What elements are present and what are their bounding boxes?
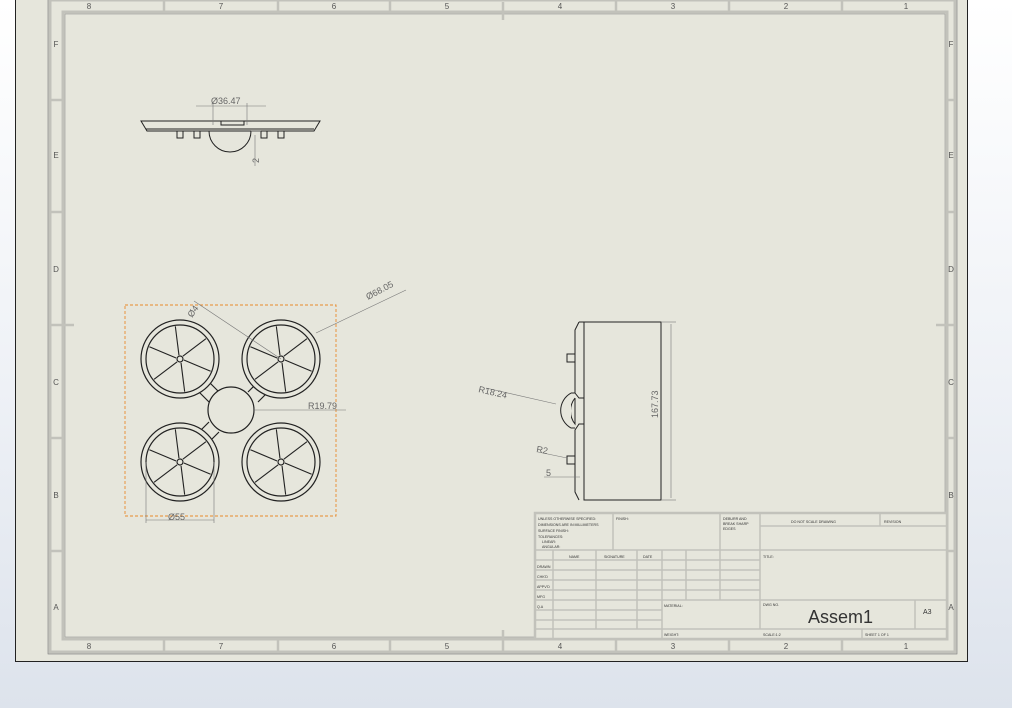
tb-col-header: SIGNATURE [604, 555, 625, 559]
tb-row-label: Q.A [537, 605, 544, 609]
dimension-label[interactable]: R19.79 [308, 401, 337, 411]
tb-scale: SCALE:1:2 [763, 633, 781, 637]
drawing-canvas: 8 7 6 5 4 3 2 1 8 7 6 5 4 3 2 1 F E D C … [47, 0, 958, 655]
zone-label: 4 [558, 2, 563, 11]
tb-revision: REVISION [884, 520, 902, 524]
zone-label: 2 [784, 642, 789, 651]
tb-title-label: TITLE: [763, 555, 774, 559]
tb-row-label: CHK'D [537, 575, 548, 579]
zone-label: E [53, 151, 58, 160]
side-view[interactable]: R18.24 167.73 R2 5 [478, 321, 676, 501]
title-block[interactable]: UNLESS OTHERWISE SPECIFIED: DIMENSIONS A… [533, 511, 949, 641]
zone-labels-top: 8 7 6 5 4 3 2 1 [87, 2, 909, 11]
dimension-label[interactable]: R2 [536, 444, 549, 456]
tb-note: TOLERANCES: [538, 535, 563, 539]
tb-note: SURFACE FINISH: [538, 529, 569, 533]
zone-label: 7 [219, 2, 224, 11]
dimension-label[interactable]: Ø68.05 [364, 279, 395, 302]
drawing-title[interactable]: Assem1 [808, 607, 873, 627]
tb-sheet-no: SHEET 1 OF 1 [865, 633, 889, 637]
dimension-label[interactable]: R18.24 [478, 384, 509, 400]
tb-row-label: DRAWN [537, 565, 551, 569]
zone-labels-bottom: 8 7 6 5 4 3 2 1 [87, 642, 909, 651]
zone-label: 5 [445, 642, 450, 651]
zone-label: 2 [784, 2, 789, 11]
zone-label: F [949, 40, 954, 49]
drawing-sheet[interactable]: 8 7 6 5 4 3 2 1 8 7 6 5 4 3 2 1 F E D C … [15, 0, 968, 662]
tb-deburr: EDGES [723, 527, 736, 531]
zone-label: 6 [332, 642, 337, 651]
zone-label: 1 [904, 642, 909, 651]
top-view[interactable]: Ø68.05 Ø4 R19.79 Ø55 [124, 279, 407, 523]
zone-label: C [948, 378, 954, 387]
tb-note: UNLESS OTHERWISE SPECIFIED: [538, 517, 596, 521]
tb-row-label: MFG [537, 595, 545, 599]
zone-label: C [53, 378, 59, 387]
dimension-label[interactable]: 5 [546, 468, 551, 478]
zone-label: 3 [671, 2, 676, 11]
tb-weight: WEIGHT: [664, 633, 679, 637]
zone-label: 3 [671, 642, 676, 651]
tb-note: LINEAR: [542, 540, 556, 544]
sheet-size: A3 [923, 609, 932, 616]
dimension-label[interactable]: 167.73 [650, 390, 660, 418]
zone-label: 1 [904, 2, 909, 11]
zone-label: A [53, 603, 59, 612]
zone-label: B [53, 491, 58, 500]
zone-label: 8 [87, 2, 92, 11]
zone-label: D [948, 265, 954, 274]
zone-label: 8 [87, 642, 92, 651]
tb-do-not-scale: DO NOT SCALE DRAWING [791, 520, 836, 524]
zone-label: D [53, 265, 59, 274]
tb-deburr: DEBURR AND [723, 517, 747, 521]
zone-label: 7 [219, 642, 224, 651]
zone-label: 6 [332, 2, 337, 11]
dimension-label[interactable]: Ø36.47 [211, 96, 241, 106]
tb-material: MATERIAL: [664, 604, 683, 608]
tb-row-label: APPV'D [537, 585, 550, 589]
tb-deburr: BREAK SHARP [723, 522, 749, 526]
front-view[interactable]: Ø36.47 2 [140, 96, 321, 166]
tb-finish: FINISH: [616, 517, 629, 521]
tb-dwg-no-label: DWG NO. [763, 603, 779, 607]
dimension-label[interactable]: Ø4 [185, 304, 200, 320]
zone-label: F [54, 40, 59, 49]
dimension-label[interactable]: Ø55 [168, 512, 185, 522]
zone-label: A [948, 603, 954, 612]
dimension-label[interactable]: 2 [251, 158, 261, 163]
tb-col-header: NAME [569, 555, 580, 559]
zone-label: 5 [445, 2, 450, 11]
zone-label: B [948, 491, 953, 500]
zone-label: 4 [558, 642, 563, 651]
tb-col-header: DATE [643, 555, 653, 559]
zone-label: E [948, 151, 953, 160]
tb-note: ANGULAR: [542, 545, 560, 549]
tb-note: DIMENSIONS ARE IN MILLIMETERS [538, 523, 599, 527]
